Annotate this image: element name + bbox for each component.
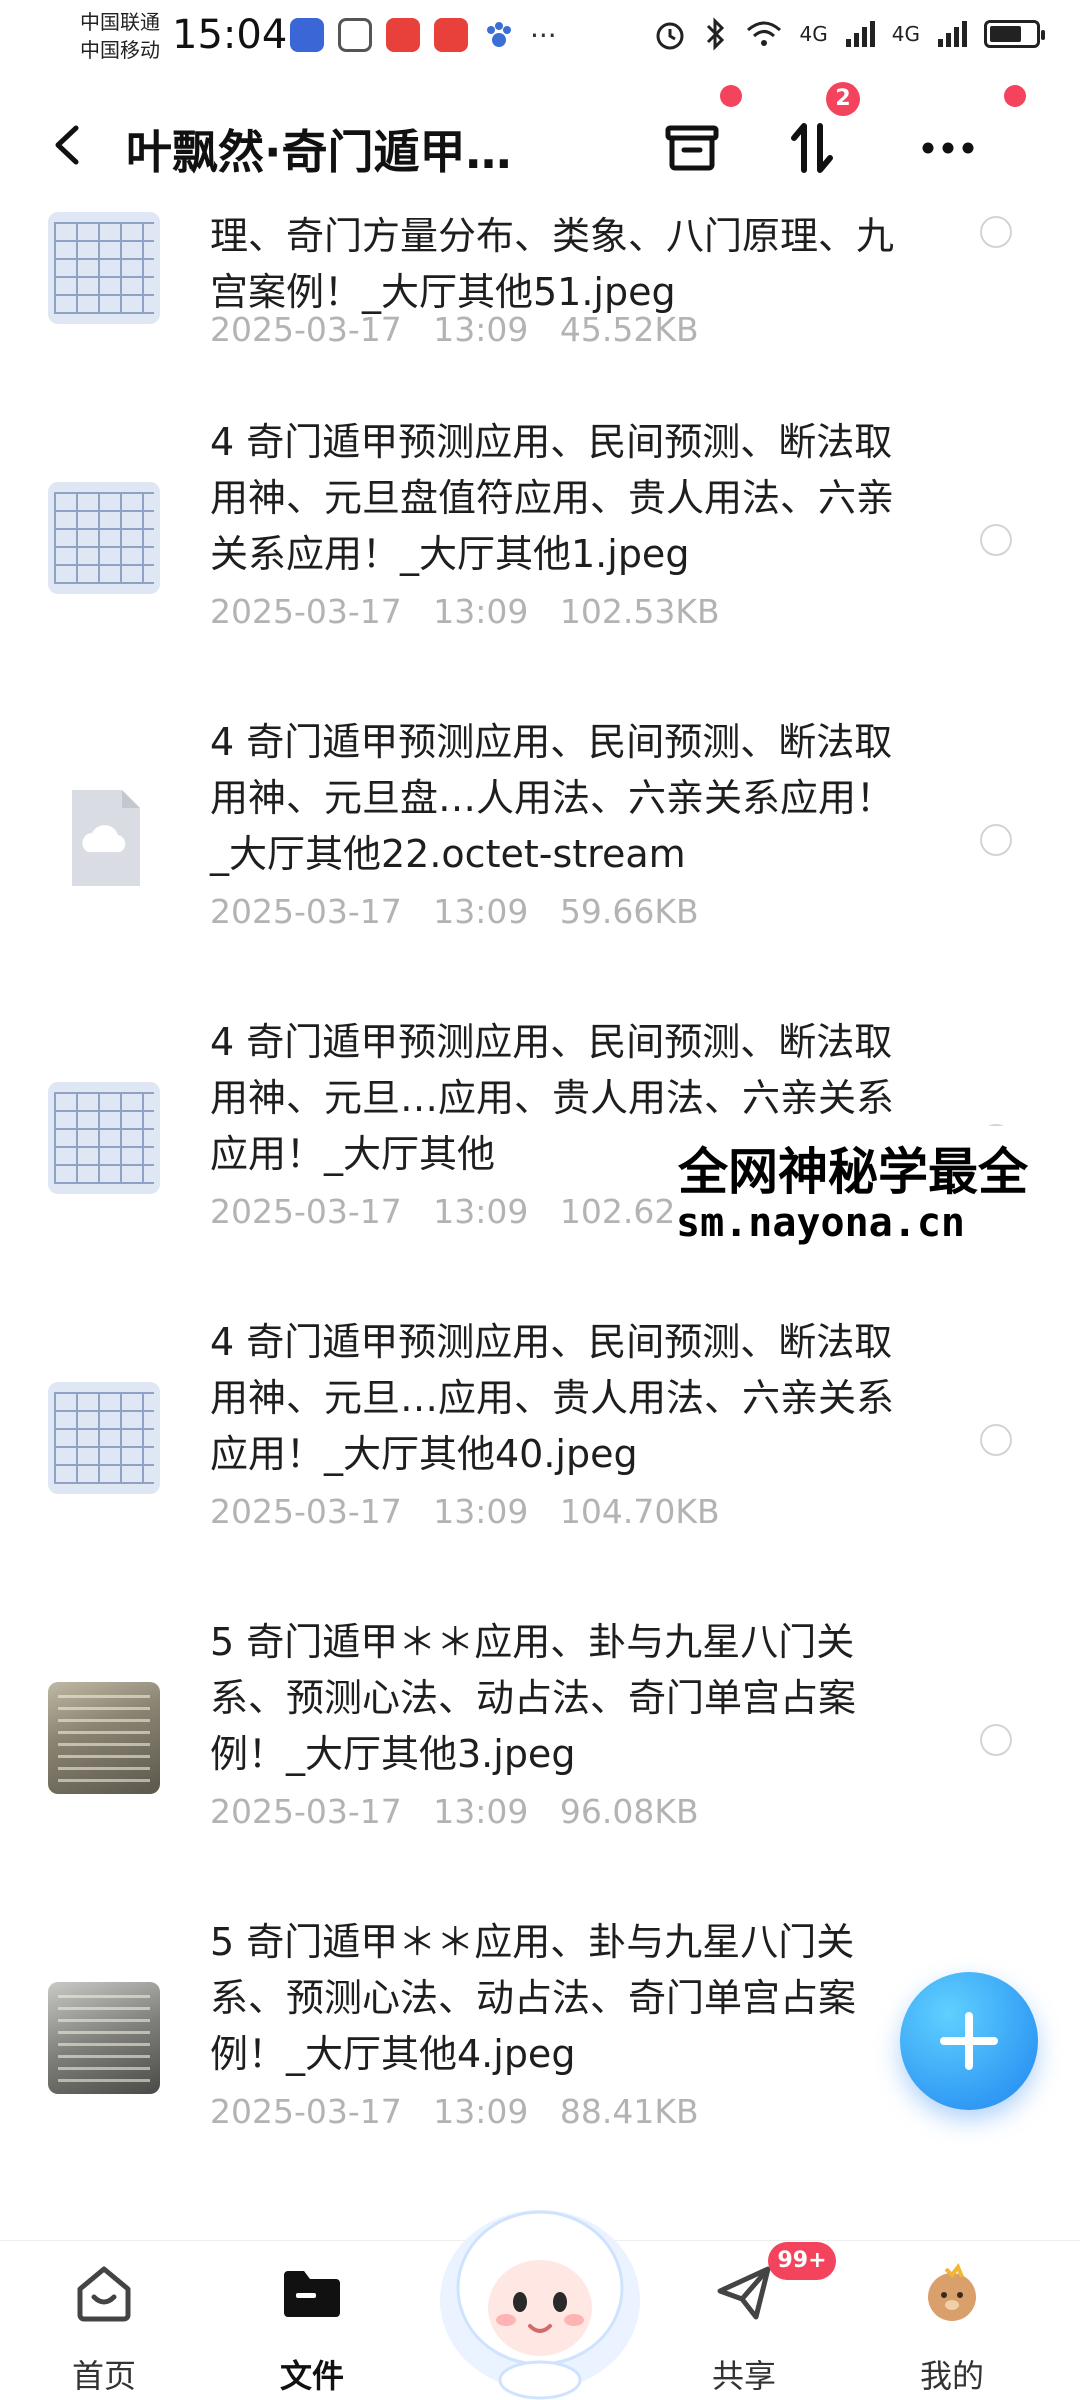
nav-share-label: 共享 bbox=[711, 2357, 776, 2395]
select-checkbox[interactable] bbox=[980, 824, 1012, 856]
file-meta: 2025-03-17 13:09 88.41KB bbox=[210, 2092, 699, 2131]
app-notification-icon bbox=[434, 18, 468, 52]
chevron-left-icon bbox=[55, 125, 79, 165]
file-name: 5 奇门遁甲＊＊应用、卦与九星八门关系、预测心法、动占法、奇门单宫占案例！_大厅… bbox=[210, 1920, 857, 2076]
back-button[interactable] bbox=[48, 120, 88, 170]
file-thumbnail bbox=[48, 1982, 160, 2094]
app-notification-icon bbox=[338, 18, 372, 52]
file-meta: 2025-03-17 13:09 102.53KB bbox=[210, 592, 720, 631]
watermark-overlay: 全网神秘学最全 sm.nayona.cn bbox=[672, 1126, 1080, 1256]
transfer-icon bbox=[791, 123, 833, 173]
file-row[interactable]: 理、奇门方量分布、类象、八门原理、九宫案例！_大厅其他51.jpeg 2025-… bbox=[0, 200, 1080, 380]
nav-home[interactable]: 首页 bbox=[24, 2241, 184, 2400]
network-type-1: 4G bbox=[799, 22, 828, 46]
file-name: 理、奇门方量分布、类象、八门原理、九宫案例！_大厅其他51.jpeg bbox=[210, 214, 895, 314]
file-meta: 2025-03-17 13:09 59.66KB bbox=[210, 892, 699, 931]
signal-icon bbox=[845, 21, 875, 47]
wifi-icon bbox=[746, 21, 781, 46]
network-type-2: 4G bbox=[891, 22, 920, 46]
add-button[interactable] bbox=[900, 1972, 1038, 2110]
folder-icon bbox=[284, 2271, 340, 2317]
more-notifications-icon: ··· bbox=[530, 18, 557, 52]
file-meta: 2025-03-17 13:09 102.62KB bbox=[210, 1192, 720, 1231]
more-button[interactable] bbox=[908, 108, 988, 188]
transfer-button[interactable] bbox=[772, 108, 852, 188]
cloud-file-icon bbox=[72, 790, 140, 886]
file-thumbnail bbox=[48, 1082, 160, 1194]
file-thumbnail bbox=[48, 1682, 160, 1794]
mascot-assistant-button[interactable] bbox=[430, 2170, 650, 2400]
file-thumbnail bbox=[48, 1382, 160, 1494]
archive-notification-dot bbox=[720, 85, 742, 107]
file-meta: 2025-03-17 13:09 45.52KB bbox=[210, 310, 699, 349]
watermark-line-2: sm.nayona.cn bbox=[676, 1200, 965, 1246]
transfer-count-badge: 2 bbox=[826, 82, 860, 116]
file-row[interactable]: 4 奇门遁甲预测应用、民间预测、断法取用神、元旦盘…人用法、六亲关系应用！_大厅… bbox=[0, 700, 1080, 1000]
select-checkbox[interactable] bbox=[980, 1724, 1012, 1756]
nav-files[interactable]: 文件 bbox=[232, 2241, 392, 2400]
watermark-line-1: 全网神秘学最全 bbox=[678, 1143, 1028, 1201]
file-name: 4 奇门遁甲预测应用、民间预测、断法取用神、元旦…应用、贵人用法、六亲关系应用！… bbox=[210, 1320, 895, 1476]
app-notification-icon bbox=[290, 18, 324, 52]
system-icons: 4G 4G bbox=[652, 16, 1045, 52]
file-row[interactable]: 4 奇门遁甲预测应用、民间预测、断法取用神、元旦…应用、贵人用法、六亲关系应用！… bbox=[0, 1300, 1080, 1600]
select-checkbox[interactable] bbox=[980, 216, 1012, 248]
home-icon bbox=[77, 2266, 131, 2322]
status-bar: 中国联通 中国移动 15:04 ··· 4G 4G bbox=[0, 0, 1080, 80]
more-icon bbox=[922, 142, 974, 154]
nav-mine-label: 我的 bbox=[919, 2357, 984, 2395]
nav-mine[interactable]: 我的 bbox=[872, 2241, 1032, 2400]
carrier-info: 中国联通 中国移动 bbox=[80, 8, 160, 64]
file-name: 4 奇门遁甲预测应用、民间预测、断法取用神、元旦盘…人用法、六亲关系应用！_大厅… bbox=[210, 720, 895, 876]
carrier-1: 中国联通 bbox=[80, 10, 160, 34]
select-checkbox[interactable] bbox=[980, 524, 1012, 556]
avatar-icon bbox=[928, 2262, 976, 2321]
file-row[interactable]: 5 奇门遁甲＊＊应用、卦与九星八门关系、预测心法、动占法、奇门单宫占案例！_大厅… bbox=[0, 1600, 1080, 1900]
archive-icon bbox=[665, 125, 719, 171]
alarm-icon bbox=[656, 22, 684, 50]
carrier-2: 中国移动 bbox=[80, 38, 160, 62]
paw-icon bbox=[482, 18, 516, 52]
file-thumbnail bbox=[48, 212, 160, 324]
battery-icon bbox=[984, 20, 1045, 48]
file-name: 4 奇门遁甲预测应用、民间预测、断法取用神、元旦盘值符应用、贵人用法、六亲关系应… bbox=[210, 420, 895, 576]
nav-home-label: 首页 bbox=[71, 2357, 136, 2395]
page-title: 叶飘然·奇门遁甲… bbox=[126, 125, 512, 179]
mascot-icon bbox=[440, 2210, 640, 2400]
file-thumbnail bbox=[48, 482, 160, 594]
status-time: 15:04 bbox=[172, 12, 288, 58]
notification-icons: ··· bbox=[290, 18, 557, 52]
battery-level bbox=[990, 26, 1021, 42]
file-meta: 2025-03-17 13:09 104.70KB bbox=[210, 1492, 720, 1531]
file-name: 5 奇门遁甲＊＊应用、卦与九星八门关系、预测心法、动占法、奇门单宫占案例！_大厅… bbox=[210, 1620, 857, 1776]
file-meta: 2025-03-17 13:09 96.08KB bbox=[210, 1792, 699, 1831]
archive-button[interactable] bbox=[652, 108, 732, 188]
select-checkbox[interactable] bbox=[980, 1424, 1012, 1456]
signal-icon bbox=[938, 21, 967, 47]
app-header: 叶飘然·奇门遁甲… 2 bbox=[0, 82, 1080, 200]
send-icon bbox=[717, 2266, 771, 2320]
nav-files-label: 文件 bbox=[279, 2357, 344, 2395]
file-row[interactable]: 4 奇门遁甲预测应用、民间预测、断法取用神、元旦盘值符应用、贵人用法、六亲关系应… bbox=[0, 400, 1080, 700]
share-count-badge: 99+ bbox=[768, 2242, 836, 2280]
app-notification-icon bbox=[386, 18, 420, 52]
bluetooth-icon bbox=[706, 17, 724, 51]
more-notification-dot bbox=[1004, 85, 1026, 107]
file-thumbnail bbox=[48, 782, 160, 894]
